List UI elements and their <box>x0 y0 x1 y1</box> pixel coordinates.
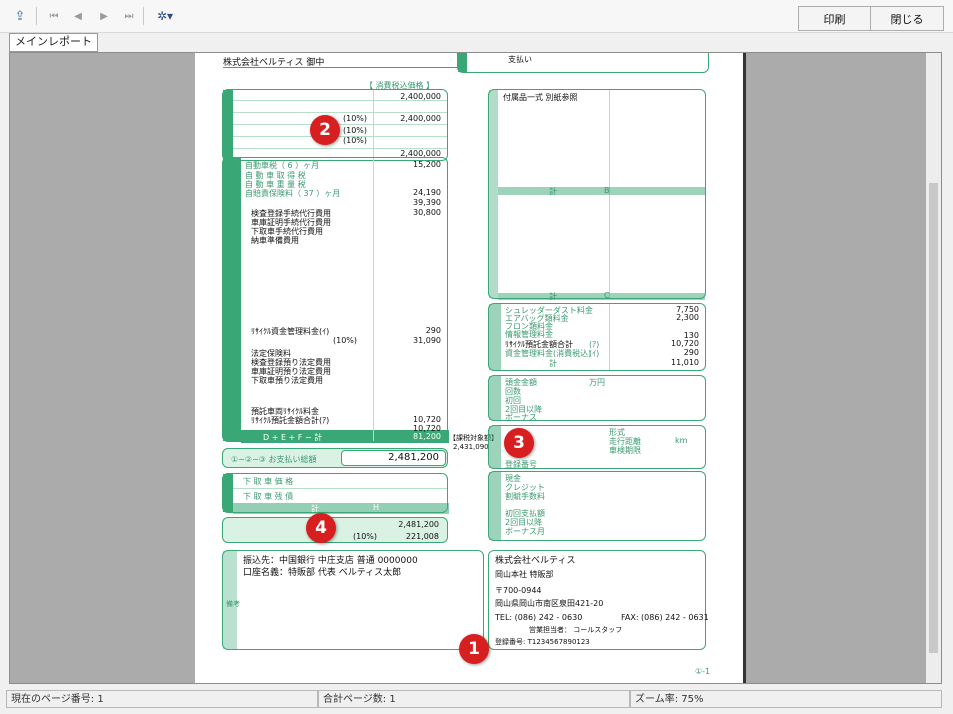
recycle-sum-label: 計 <box>549 359 557 368</box>
accessory-label: 付属品一式 別紙参照 <box>503 93 578 102</box>
toolbar-separator <box>36 7 37 25</box>
tax-fees-block: 自動車税（ 6 ）ヶ月 15,200 自 動 車 取 得 税 自 動 車 重 量… <box>222 157 449 443</box>
final-tax-value: 221,008 <box>405 532 439 541</box>
callout-marker-1: 1 <box>459 634 489 664</box>
company-rep: 営業担当者： コールスタッフ <box>529 626 623 634</box>
stamp-item-3: 下取車預り法定費用 <box>251 376 323 385</box>
vehicle-info-2: 車検期限 <box>609 446 641 455</box>
zoom-status: ズーム率: 75% <box>630 690 942 708</box>
tax-rate-1: (10%) <box>343 114 368 123</box>
accessory-total: 計 <box>549 187 557 196</box>
total-pages-status: 合計ページ数: 1 <box>318 690 630 708</box>
payment-method-block: 現金 クレジット 割賦手数料 初回支払額 2回目以降 ボーナス月 <box>488 471 706 541</box>
payment-total-block: ①−②−③ お支払い総額 2,481,200 <box>222 448 448 468</box>
km-label: km <box>675 436 688 445</box>
recycle-mgmt-label: ﾘｻｲｸﾙ資金管理料金(ｲ) <box>251 327 330 336</box>
recycle-block: シュレッダーダスト料金 7,750 エアバッグ類料金 2,300 フロン類料金 … <box>488 303 706 371</box>
payment-total-value: 2,481,200 <box>388 452 439 463</box>
dfeg-value: 81,200 <box>413 432 441 441</box>
toolbar-separator <box>143 7 144 25</box>
company-block: 株式会社ベルティス 岡山本社 特販部 〒700-0944 岡山県岡山市南区泉田4… <box>488 550 709 650</box>
recycle-deposit-value: 10,720 <box>413 415 441 424</box>
reg-label: 登録番号 <box>505 460 537 469</box>
status-bar: 現在のページ番号: 1 合計ページ数: 1 ズーム率: 75% <box>0 688 953 714</box>
insurance-label: 自賠責保険料（ 37 ）ヶ月 <box>245 189 341 198</box>
installment-block: 頭金金額 回数 初回 2回目以降 ボーナス 万円 <box>488 375 706 422</box>
company-branch: 岡山本社 特販部 <box>495 570 554 579</box>
remarks-side-label: 備考 <box>226 600 240 608</box>
auto-tax-value: 15,200 <box>413 160 441 169</box>
installment-label-4: ボーナス <box>505 413 537 422</box>
fee-item-4: 納車準備費用 <box>251 236 299 245</box>
special-total: 計 <box>549 292 557 301</box>
callout-marker-4: 4 <box>306 513 336 543</box>
bank-line2: 口座名義：特販部 代表 ベルティス太郎 <box>243 568 402 578</box>
insurance-value: 24,190 <box>413 188 441 197</box>
vertical-scrollbar[interactable] <box>926 53 941 683</box>
fees-value: 30,800 <box>413 208 441 217</box>
last-page-icon[interactable]: ⏭ <box>121 8 137 24</box>
tab-main-report[interactable]: メインレポート <box>9 33 98 52</box>
trade-in-block: 下 取 車 価 格 下 取 車 残 債 計 H <box>222 473 449 514</box>
toolbar: ⇪ ⏮ ◀ ▶ ⏭ ✲▾ 印刷 閉じる <box>0 0 953 33</box>
vehicle-subtotal: 2,400,000 <box>400 114 441 123</box>
company-tel: TEL: (086) 242 - 0630 <box>495 613 583 622</box>
company-address: 岡山県岡山市南区泉田421-20 <box>495 599 604 608</box>
page-footer: ①-1 <box>695 667 711 676</box>
company-name: 株式会社ベルティス <box>495 556 576 566</box>
next-page-icon[interactable]: ▶ <box>96 8 112 24</box>
first-page-icon[interactable]: ⏮ <box>46 8 62 24</box>
fees-total: 31,090 <box>413 336 441 345</box>
accessory-code: B <box>604 186 610 195</box>
company-fax: FAX: (086) 242 - 0631 <box>621 613 709 622</box>
top-right-box: 支払い <box>457 53 709 73</box>
special-code: C <box>604 291 610 300</box>
company-regno: 登録番号: T1234567890123 <box>495 638 590 646</box>
export-icon[interactable]: ⇪ <box>12 8 28 24</box>
company-zip: 〒700-0944 <box>495 586 542 595</box>
print-button[interactable]: 印刷 <box>798 6 871 31</box>
tax-rate-2: (10%) <box>343 126 368 135</box>
recycle-deposit-total-label: ﾘｻｲｸﾙ預託金額合計(ｱ) <box>251 416 330 425</box>
prev-page-icon[interactable]: ◀ <box>70 8 86 24</box>
payment-label-2: 割賦手数料 <box>505 492 545 501</box>
close-button[interactable]: 閉じる <box>870 6 944 31</box>
current-page-status: 現在のページ番号: 1 <box>6 690 318 708</box>
dfeg-label: D + E + F − 計 <box>263 433 323 442</box>
payment-total-label: ①−②−③ お支払い総額 <box>231 455 317 464</box>
header-underline <box>223 67 457 68</box>
recycle-mgmt-value: 290 <box>425 326 441 335</box>
top-right-value: 支払い <box>508 55 532 64</box>
final-tax-rate: (10%) <box>353 532 378 541</box>
trade-in-code: H <box>373 503 380 512</box>
mgmt-fee-code: (ｲ) <box>589 349 600 358</box>
tax-rate-3: (10%) <box>343 136 368 145</box>
trade-in-row2: 下 取 車 残 債 <box>243 492 294 501</box>
remarks-block: 備考 振込先：中国銀行 中庄支店 普通 0000000 口座名義：特販部 代表 … <box>222 550 484 650</box>
report-viewer: 株式会社ベルティス 御中 【 消費税込価格 】 支払い 2,400,000 (1… <box>9 52 942 684</box>
other-label-2: ボーナス月 <box>505 527 545 536</box>
mgmt-fee-value: 290 <box>683 348 699 357</box>
fees-tax: (10%) <box>333 336 358 345</box>
callout-marker-3: 3 <box>504 428 534 458</box>
zoom-dropdown-icon[interactable]: ✲▾ <box>152 8 178 24</box>
trade-in-row1: 下 取 車 価 格 <box>243 477 294 486</box>
recycle-sum-value: 11,010 <box>671 358 699 367</box>
unit-yen: 万円 <box>589 378 605 387</box>
tax-note-value: 2,431,090 <box>453 443 489 451</box>
final-total-value: 2,481,200 <box>398 520 439 529</box>
scrollbar-thumb[interactable] <box>929 183 938 653</box>
report-page: 株式会社ベルティス 御中 【 消費税込価格 】 支払い 2,400,000 (1… <box>195 53 746 683</box>
tax-subtotal: 39,390 <box>413 198 441 207</box>
callout-marker-2: 2 <box>310 115 340 145</box>
airbag-value: 2,300 <box>676 313 699 322</box>
recycle-total-value: 10,720 <box>671 339 699 348</box>
vehicle-price: 2,400,000 <box>400 92 441 101</box>
accessories-block: 付属品一式 別紙参照 計 B 計 C <box>488 89 706 301</box>
